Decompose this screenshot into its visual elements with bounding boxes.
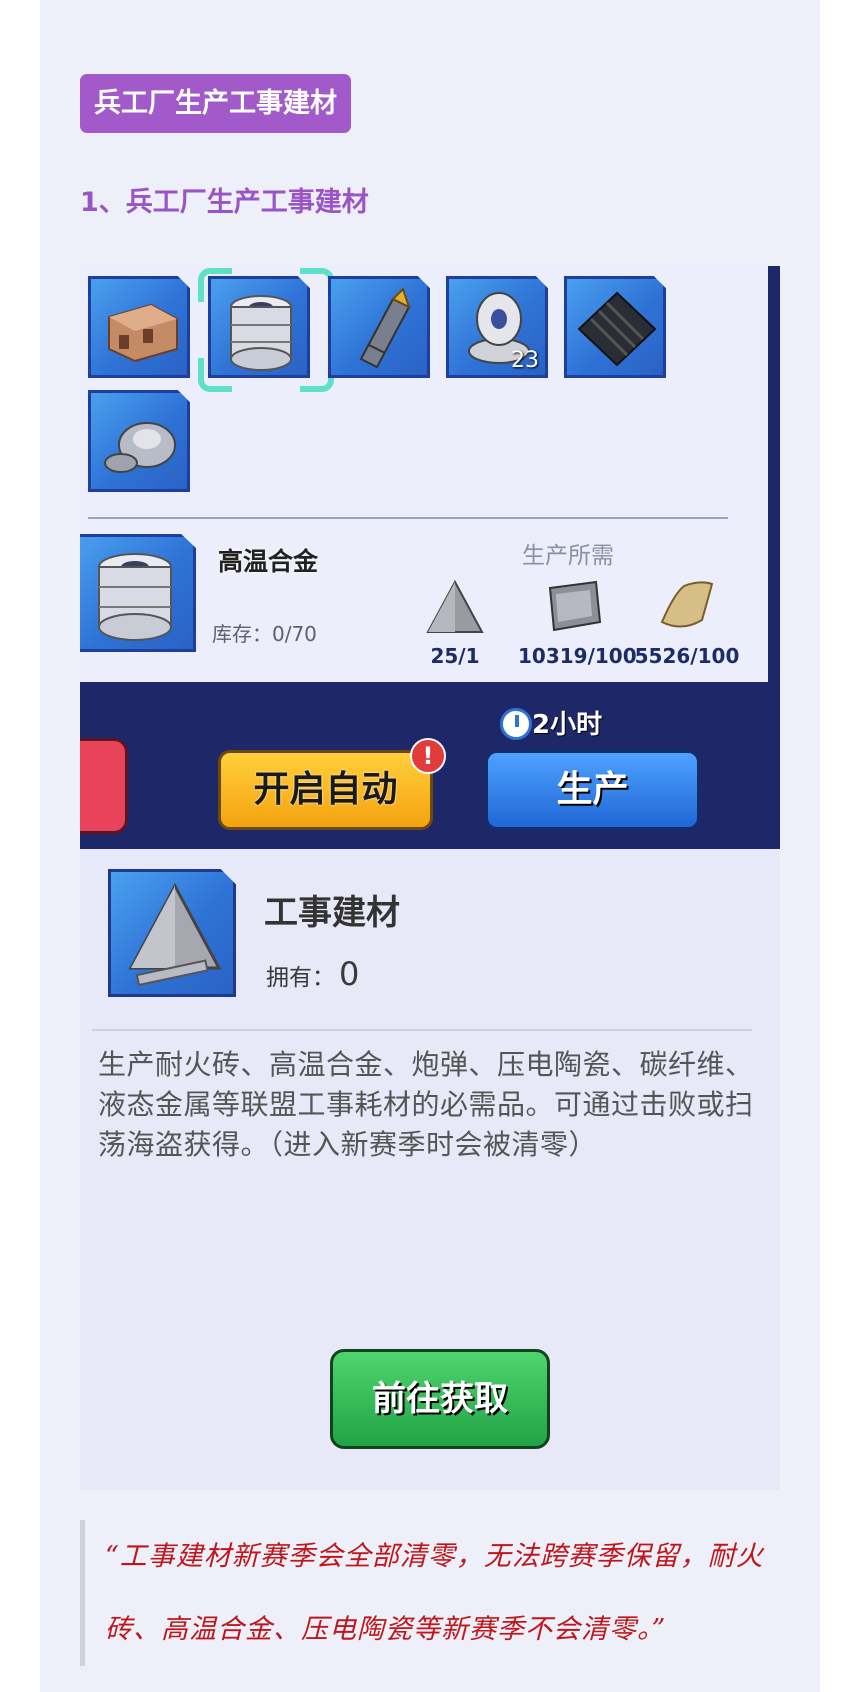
detail-title: 工事建材 [264,893,400,933]
inventory-divider [88,517,728,519]
shell-icon[interactable] [328,276,430,378]
item-count: 23 [511,348,539,373]
owned-label: 拥有： [266,965,335,991]
clock-icon [500,708,532,740]
production-timer: 2小时 [532,710,603,740]
game-screenshot: 23 高温合金 库存：0/70 生产所需 25/1 10319/100 5526… [80,266,780,1490]
requirement-value: 5526/100 [634,644,740,668]
produce-button[interactable]: 生产 [485,750,700,830]
leather-icon [660,581,714,628]
requirement-value: 25/1 [430,644,480,668]
steel-plate-icon [548,580,602,632]
selected-alloy-icon [80,534,196,652]
back-button[interactable] [80,738,128,834]
item-description: 生产耐火砖、高温合金、炮弹、压电陶瓷、碳纤维、液态金属等联盟工事耗材的必需品。可… [98,1048,754,1161]
selected-item-name: 高温合金 [218,547,319,576]
requirement-value: 10319/100 [518,644,637,668]
detail-divider [92,1029,752,1031]
fortification-material-icon [426,579,484,633]
article-page: 兵工厂生产工事建材 1、兵工厂生产工事建材 23 高温合金 库存：0/70 生产… [40,0,820,1692]
requirements-label: 生产所需 [522,543,614,569]
section-tag: 兵工厂生产工事建材 [80,74,351,133]
ceramic-disc-icon[interactable]: 23 [446,276,548,378]
stock-label: 库存：0/70 [212,622,317,646]
carbon-fiber-icon[interactable] [564,276,666,378]
refractory-brick-icon[interactable] [88,276,190,378]
quote-text: “工事建材新赛季会全部清零，无法跨赛季保留，耐火砖、高温合金、压电陶瓷等新赛季不… [105,1541,764,1645]
blockquote: “工事建材新赛季会全部清零，无法跨赛季保留，耐火砖、高温合金、压电陶瓷等新赛季不… [80,1520,800,1666]
subheading: 1、兵工厂生产工事建材 [80,187,369,218]
alert-badge: ! [410,738,446,774]
liquid-metal-icon[interactable] [88,390,190,492]
item-detail-panel: 工事建材 拥有： 0 生产耐火砖、高温合金、炮弹、压电陶瓷、碳纤维、液态金属等联盟… [80,849,780,1490]
auto-produce-button[interactable]: 开启自动 [218,750,433,830]
selection-frame [198,268,334,392]
fortification-material-icon [108,869,236,997]
goto-acquire-button[interactable]: 前往获取 [330,1349,550,1449]
owned-value: 0 [339,955,360,993]
inventory-grid: 23 高温合金 库存：0/70 生产所需 25/1 10319/100 5526… [80,266,768,682]
owned-count: 拥有： 0 [266,955,359,993]
production-panel: 23 高温合金 库存：0/70 生产所需 25/1 10319/100 5526… [80,266,780,849]
